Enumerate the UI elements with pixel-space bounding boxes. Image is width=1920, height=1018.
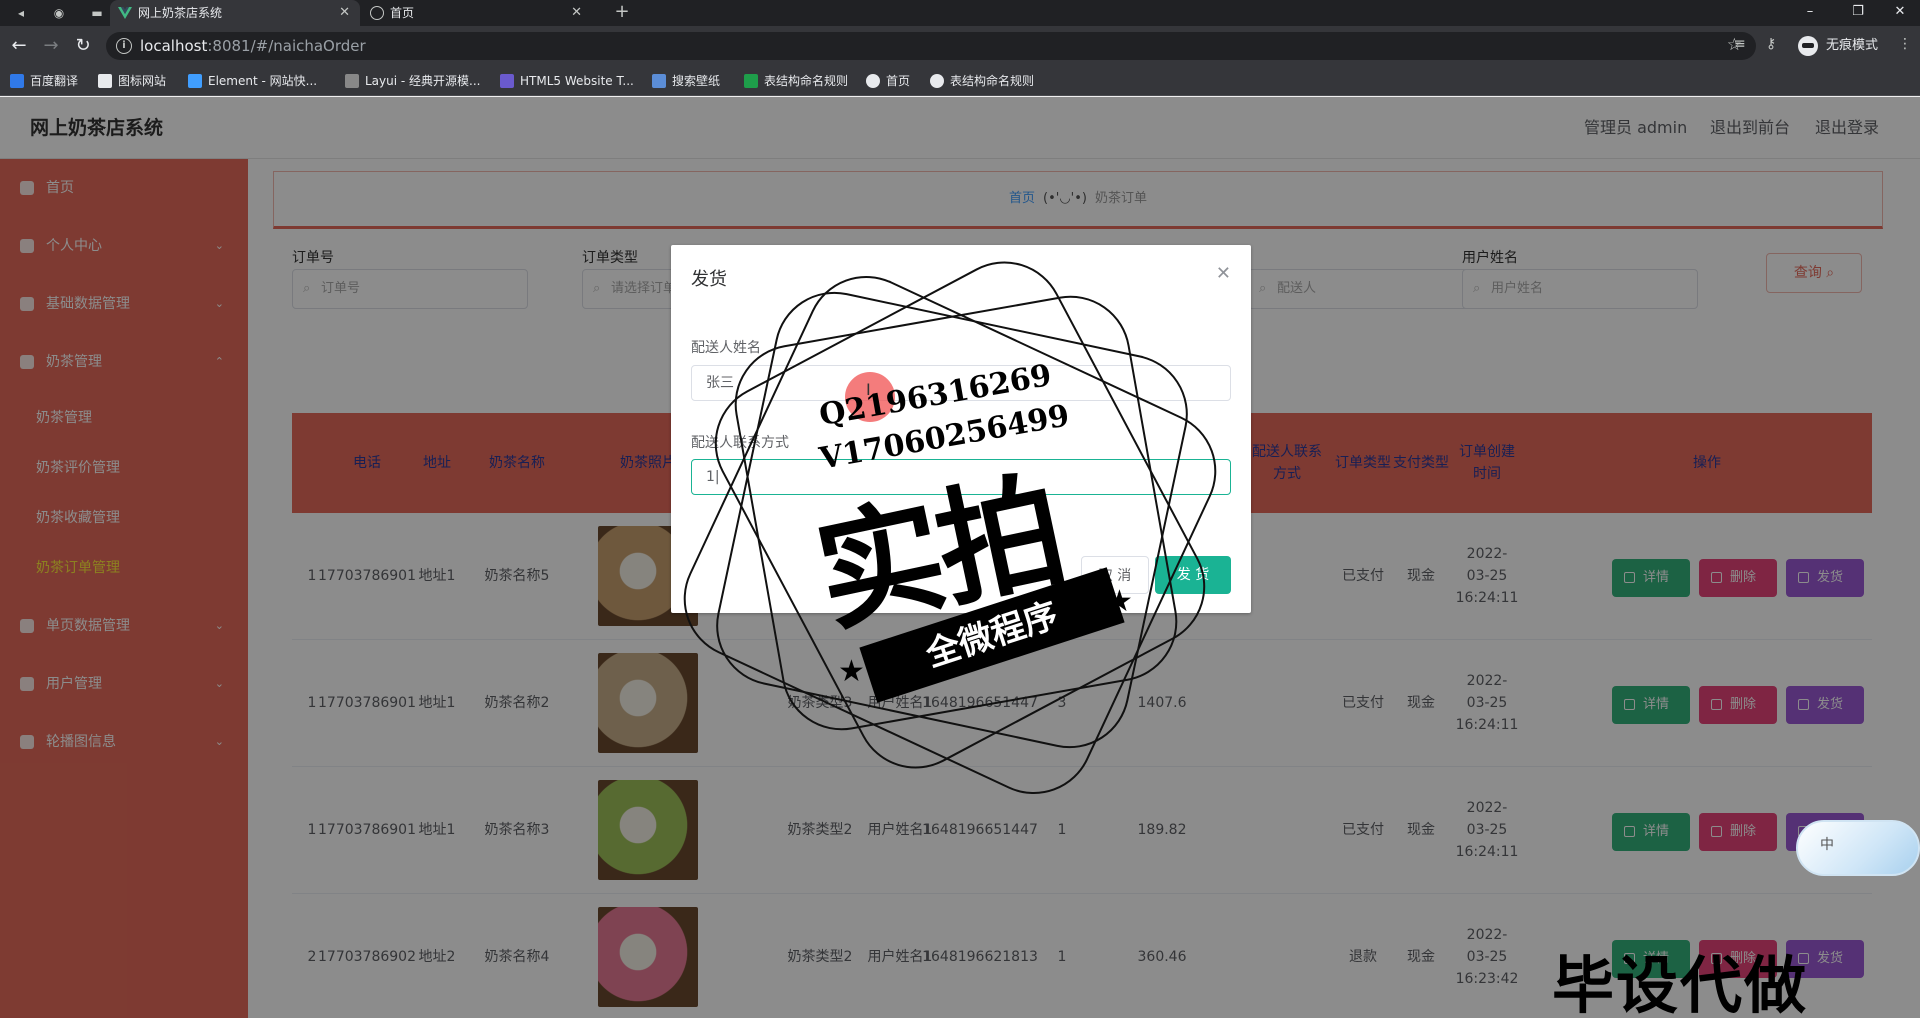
info-icon[interactable]: i [116, 38, 132, 54]
tab-close-icon[interactable]: ✕ [339, 0, 350, 26]
restore-button[interactable]: ❐ [1838, 0, 1878, 26]
url-field[interactable]: i localhost:8081/#/naichaOrder ☆ [106, 32, 1756, 60]
bookmark-item[interactable]: 搜索壁纸 [652, 66, 720, 96]
incognito-badge[interactable]: 无痕模式 [1798, 34, 1878, 58]
bookmark-item[interactable]: Element - 网站快... [188, 66, 317, 96]
browser-tab-strip: ◂ ◉ ▬ 网上奶茶店系统 ✕ 首页 ✕ + – ❐ ✕ [0, 0, 1920, 26]
globe-icon [370, 6, 384, 20]
courier-name-label: 配送人姓名 [691, 340, 761, 356]
bookmark-item[interactable]: 图标网站 [98, 66, 166, 96]
ime-label: 中 [1820, 837, 1834, 853]
bookmark-item[interactable]: 表结构命名规则 [930, 66, 1034, 96]
minimize-button[interactable]: – [1790, 0, 1830, 26]
bookmarks-bar: 百度翻译 图标网站 Element - 网站快... Layui - 经典开源模… [0, 66, 1920, 96]
element-icon [188, 74, 202, 88]
bookmark-item[interactable]: 首页 [866, 66, 910, 96]
chrome-icon[interactable]: ◉ [50, 4, 68, 22]
dialog-title: 发货 [691, 269, 727, 290]
flag-icon [98, 74, 112, 88]
url-path: :8081/#/naichaOrder [207, 37, 366, 55]
forward-icon[interactable]: → [40, 35, 62, 57]
tab-home[interactable]: 首页 ✕ [362, 0, 592, 26]
reading-list-icon[interactable]: ≡ [1734, 36, 1746, 52]
back-icon[interactable]: ← [8, 35, 30, 57]
globe-icon [866, 74, 880, 88]
layui-icon [345, 74, 359, 88]
watermark-bottom: 毕设代做 [1552, 949, 1809, 1018]
incognito-icon [1798, 36, 1818, 56]
window-icon[interactable]: ▬ [88, 4, 106, 22]
close-icon[interactable]: ✕ [1216, 263, 1231, 284]
incognito-label: 无痕模式 [1826, 38, 1879, 53]
star-icon: ★ [838, 654, 865, 689]
bookmark-item[interactable]: 百度翻译 [10, 66, 78, 96]
tab-title: 网上奶茶店系统 [138, 6, 223, 20]
bookmark-item[interactable]: 表结构命名规则 [744, 66, 848, 96]
bookmark-item[interactable]: Layui - 经典开源模... [345, 66, 480, 96]
new-tab-button[interactable]: + [612, 2, 632, 22]
mute-icon[interactable]: ◂ [12, 4, 30, 22]
ime-widget[interactable]: 中 [1796, 820, 1920, 876]
globe-icon [930, 74, 944, 88]
bookmark-item[interactable]: HTML5 Website T... [500, 66, 634, 96]
translate-icon [10, 74, 24, 88]
sheet-icon [744, 74, 758, 88]
url-host: localhost [140, 37, 208, 55]
tab-title: 首页 [390, 6, 415, 20]
tab-active[interactable]: 网上奶茶店系统 ✕ [110, 0, 360, 26]
vue-icon [118, 7, 132, 19]
html5-icon [500, 74, 514, 88]
key-icon[interactable]: ⚷ [1766, 36, 1776, 52]
tab-close-icon[interactable]: ✕ [571, 0, 582, 26]
close-window-button[interactable]: ✕ [1880, 0, 1920, 26]
star-icon: ★ [1106, 584, 1133, 619]
address-bar: ← → ↻ i localhost:8081/#/naichaOrder ☆ ≡… [0, 26, 1920, 66]
menu-icon[interactable]: ⋮ [1898, 36, 1912, 52]
reload-icon[interactable]: ↻ [72, 35, 94, 57]
wallpaper-icon [652, 74, 666, 88]
